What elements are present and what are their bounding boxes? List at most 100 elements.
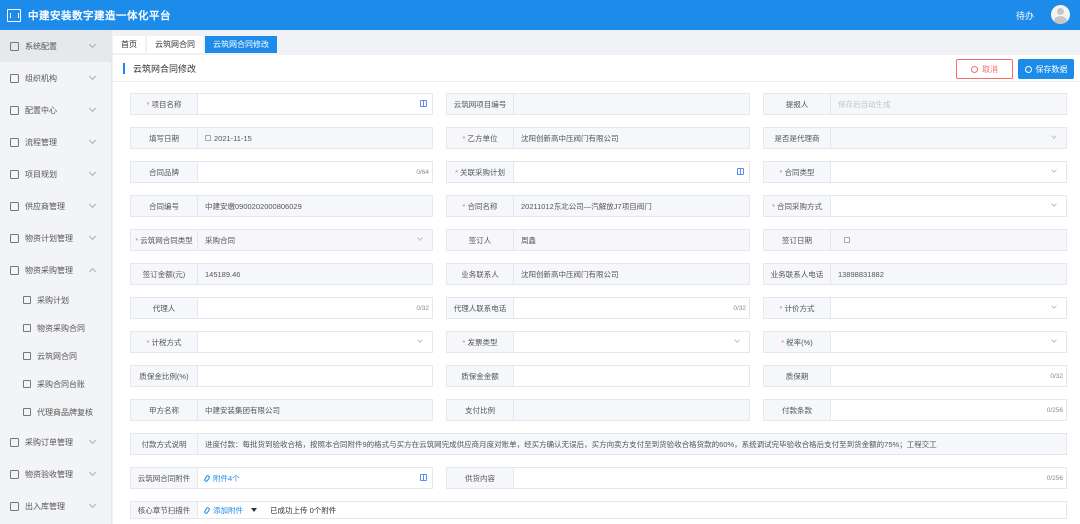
sidebar-subitem-label: 代理商品牌复核 (37, 407, 93, 417)
field-label: 代理人 (131, 298, 198, 318)
sidebar-item-label: 采购订单管理 (25, 437, 73, 447)
warranty-amount-input[interactable] (514, 366, 749, 386)
tax-method-select[interactable] (198, 332, 432, 352)
page-header: 云筑网合同修改 (113, 55, 1080, 82)
field-label: * 关联采购计划 (447, 162, 514, 182)
field-placeholder: 保存后自动生成 (838, 99, 891, 109)
agent-phone-field: 代理人联系电话 0/32 (446, 297, 750, 319)
field-label-text: 关联采购计划 (459, 167, 505, 177)
sidebar-item-system-config[interactable]: 系统配置 (0, 30, 111, 62)
purchase-method-select[interactable] (831, 196, 1066, 216)
supply-content-textarea[interactable]: 0/256 (514, 468, 1066, 488)
sign-date-input[interactable] (831, 230, 1066, 250)
pay-terms-textarea[interactable]: 0/256 (831, 400, 1066, 420)
required-mark: * (781, 337, 785, 347)
sidebar-item-acceptance[interactable]: 物资验收管理 (0, 458, 111, 490)
sidebar-subitem-label: 采购计划 (37, 295, 69, 305)
yz-contract-type-select[interactable]: 采购合同 (198, 230, 432, 250)
caret-down-icon[interactable] (251, 508, 257, 512)
form-row: 合同品牌 0/64 * 关联采购计划 * 合同类型 (130, 161, 1067, 183)
required-mark: * (779, 167, 783, 177)
pay-desc-field: 付款方式说明 进度付款：每批货到验收合格，按照本合同附件9的格式与买方在云筑网完成… (130, 433, 1067, 455)
sidebar-item-label: 物资验收管理 (25, 469, 73, 479)
sidebar-subitem-purchase-plan[interactable]: 采购计划 (0, 286, 111, 314)
sidebar-subitem-agent-review[interactable]: 代理商品牌复核 (0, 398, 111, 426)
is-agent-select[interactable] (831, 128, 1066, 148)
cancel-button[interactable]: 取消 (956, 59, 1013, 79)
form-row: * 项目名称 云筑网项目编号 提报人 保存后自动生成 (130, 93, 1067, 115)
field-label-text: 业务联系人 (461, 269, 499, 279)
party-b-field: * 乙方单位 沈阳创新高中压阀门有限公司 (446, 127, 750, 149)
tab-yz-contract-edit[interactable]: 云筑网合同修改 (205, 36, 277, 53)
project-name-input[interactable] (198, 94, 432, 114)
sidebar-item-org[interactable]: 组织机构 (0, 62, 111, 94)
sidebar-item-material-plan[interactable]: 物资计划管理 (0, 222, 111, 254)
field-label: 云筑网项目编号 (447, 94, 514, 114)
check-icon (10, 469, 19, 479)
contract-type-select[interactable] (831, 162, 1066, 182)
save-label: 保存数据 (1035, 64, 1068, 74)
tax-rate-select[interactable] (831, 332, 1066, 352)
field-label: * 云筑网合同类型 (131, 230, 198, 250)
sidebar-subitem-contract-ledger[interactable]: 采购合同台账 (0, 370, 111, 398)
add-attachment-button[interactable]: 添加附件 (203, 505, 243, 516)
pricing-method-select[interactable] (831, 298, 1066, 318)
select-grid-icon[interactable] (737, 168, 744, 175)
sidebar-item-config-center[interactable]: 配置中心 (0, 94, 111, 126)
chevron-down-icon (88, 136, 97, 145)
field-label-text: 税率(%) (786, 337, 813, 347)
sidebar: 系统配置 组织机构 配置中心 流程管理 项目规划 供应商管理 物资计划管理 物资… (0, 30, 112, 524)
sidebar-item-purchase-order[interactable]: 采购订单管理 (0, 426, 111, 458)
user-name[interactable]: 待办 (1016, 9, 1034, 22)
save-button[interactable]: 保存数据 (1018, 59, 1074, 79)
amount-field: 签订金额(元) 145189.46 (130, 263, 433, 285)
attachment-link[interactable]: 附件4个 (203, 473, 240, 484)
field-label: 是否是代理商 (764, 128, 831, 148)
chevron-down-icon (1051, 337, 1057, 343)
yz-contract-type-field: * 云筑网合同类型 采购合同 (130, 229, 433, 251)
sidebar-item-warehouse[interactable]: 出入库管理 (0, 490, 111, 522)
tax-rate-field: * 税率(%) (763, 331, 1067, 353)
form-row: 云筑网合同附件 附件4个 供货内容 0/256 (130, 467, 1067, 489)
field-label-text: 质保金金额 (461, 371, 499, 381)
field-value: 145189.46 (205, 269, 241, 279)
agent-input[interactable]: 0/32 (198, 298, 432, 318)
sidebar-item-project-plan[interactable]: 项目规划 (0, 158, 111, 190)
sidebar-item-material-purchase[interactable]: 物资采购管理 (0, 254, 111, 286)
chevron-down-icon (88, 40, 97, 49)
char-counter: 0/32 (1050, 373, 1063, 380)
agent-phone-input[interactable]: 0/32 (514, 298, 749, 318)
select-grid-icon[interactable] (420, 100, 427, 107)
sidebar-item-supplier[interactable]: 供应商管理 (0, 190, 111, 222)
invoice-type-select[interactable] (514, 332, 749, 352)
field-label: 质保金金额 (447, 366, 514, 386)
purchase-plan-field: * 关联采购计划 (446, 161, 750, 183)
purchase-plan-input[interactable] (514, 162, 749, 182)
contract-name-input: 20211012东北公司—汽解放J7项目阀门 (514, 196, 749, 216)
fill-date-input: 2021-11-15 (198, 128, 432, 148)
form-row: 填写日期 2021-11-15 * 乙方单位 沈阳创新高中压阀门有限公司 是否是代理商 (130, 127, 1067, 149)
field-label: 付款条款 (764, 400, 831, 420)
sidebar-subitem-material-contract[interactable]: 物资采购合同 (0, 314, 111, 342)
field-label: 提报人 (764, 94, 831, 114)
sidebar-item-label: 系统配置 (25, 41, 57, 51)
scan-field: 核心章节扫描件 添加附件 已成功上传 0个附件 (130, 501, 1067, 519)
select-grid-icon[interactable] (420, 474, 427, 481)
brand-input[interactable]: 0/64 (198, 162, 432, 182)
form-row: * 云筑网合同类型 采购合同 签订人 周鑫 签订日期 (130, 229, 1067, 251)
pay-ratio-input (514, 400, 749, 420)
field-value: 进度付款：每批货到验收合格，按照本合同附件9的格式与买方在云筑网完成供应商月度对… (205, 439, 937, 449)
warranty-ratio-input[interactable] (198, 366, 432, 386)
warranty-period-input[interactable]: 0/32 (831, 366, 1066, 386)
tab-yz-contract[interactable]: 云筑网合同 (147, 36, 203, 53)
sidebar-item-process[interactable]: 流程管理 (0, 126, 111, 158)
field-label-text: 支付比例 (465, 405, 495, 415)
invoice-type-field: * 发票类型 (446, 331, 750, 353)
sidebar-subitem-yz-contract[interactable]: 云筑网合同 (0, 342, 111, 370)
required-mark: * (455, 167, 458, 177)
avatar[interactable] (1051, 5, 1070, 24)
scan-upload: 添加附件 已成功上传 0个附件 (198, 502, 1066, 518)
yz-attachment-input: 附件4个 (198, 468, 432, 488)
field-label: 业务联系人 (447, 264, 514, 284)
tab-home[interactable]: 首页 (113, 36, 145, 53)
